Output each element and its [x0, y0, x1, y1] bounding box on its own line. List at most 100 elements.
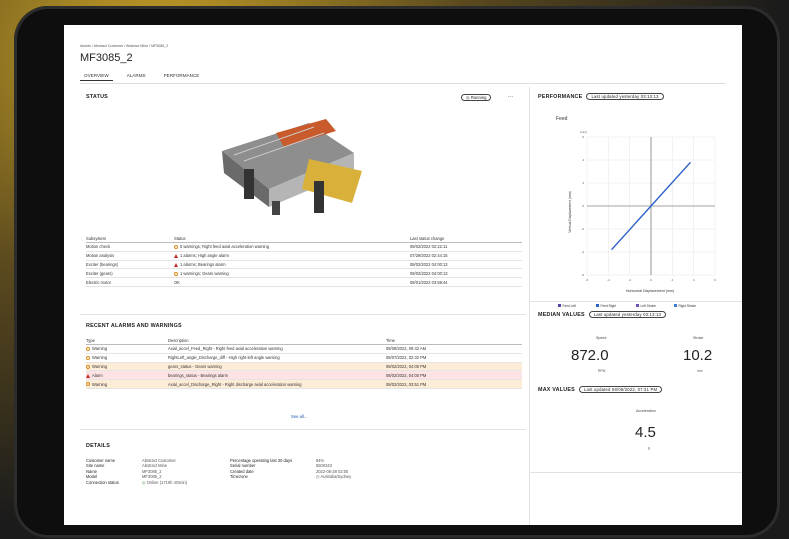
- see-all-link[interactable]: See all...: [291, 414, 307, 419]
- max-title: MAX VALUES Last updated 08/08/2022, 07:31…: [538, 386, 663, 393]
- type-text: Warning: [92, 381, 108, 387]
- alarm-icon: [86, 373, 90, 378]
- col-description: Description: [168, 337, 386, 345]
- status-text: 1 warnings; Gears warning: [180, 270, 229, 276]
- running-label: Running: [470, 95, 487, 100]
- time-cell: 08/02/2022, 03:51 PM: [386, 379, 522, 389]
- time-cell: 08/02/2022 04:00:13: [410, 260, 522, 270]
- x-tick-label: -6: [586, 278, 589, 282]
- connection-status-value: ◎ Online (1710h 4Omin): [142, 480, 187, 485]
- x-axis-label: Horizontal Displacement (mm): [626, 289, 674, 293]
- detail-value: MF3085_2: [142, 468, 162, 474]
- detail-label: Timezone: [230, 474, 248, 480]
- type-cell: Warning: [86, 353, 168, 363]
- running-badge: ◎ Running: [461, 94, 492, 101]
- status-cell: OK: [174, 277, 410, 287]
- legend-label: Feed Left: [563, 304, 577, 308]
- type-text: Alarm: [92, 372, 103, 378]
- more-options-button[interactable]: ...: [508, 93, 513, 99]
- acceleration-value: 4.5: [635, 424, 656, 441]
- y-axis-label: Vertical Displacement (mm): [568, 191, 572, 232]
- status-text: 1 alarms; Bearings alarm: [180, 261, 226, 267]
- max-title-text: MAX VALUES: [538, 387, 575, 393]
- type-cell: Alarm: [86, 370, 168, 381]
- detail-value: Abstract Customer: [142, 458, 176, 463]
- tab-alarms[interactable]: ALARMS: [123, 73, 150, 81]
- type-text: Warning: [92, 346, 108, 352]
- status-title: STATUS: [86, 94, 108, 100]
- legend-swatch: [558, 304, 561, 307]
- table-row[interactable]: Motion check 5 warnings; Right feed axia…: [86, 242, 522, 252]
- warning-icon: [174, 245, 178, 250]
- status-cell: 5 warnings; Right feed axial acceleratio…: [174, 242, 410, 252]
- subsystem-cell: Motion check: [86, 242, 174, 252]
- detail-value: MF3085_2: [142, 474, 162, 480]
- warning-icon: [86, 382, 90, 387]
- table-row[interactable]: Electric motor OK 08/01/2022 03:59:44: [86, 277, 522, 287]
- table-row[interactable]: Alarm bearings_status - Bearings alarm 0…: [86, 370, 522, 381]
- stroke-unit: mm: [697, 369, 703, 373]
- tab-overview[interactable]: OVERVIEW: [80, 73, 113, 81]
- section-divider: [80, 429, 526, 430]
- column-divider: [529, 87, 530, 525]
- status-text: OK: [174, 279, 180, 285]
- acceleration-unit: g: [648, 446, 650, 450]
- status-table-header: Subsystem Status Last status change: [86, 235, 522, 243]
- time-cell: 08/01/2022 03:59:44: [410, 277, 522, 287]
- table-row[interactable]: Motion analysis 1 alarms; High angle ala…: [86, 251, 522, 261]
- median-updated-badge: Last updated yesterday 03:13:13: [588, 311, 667, 318]
- performance-updated-badge: Last updated yesterday 03:13:13: [586, 93, 664, 100]
- description-cell: Axial_accel_Discharge_Right - Right disc…: [168, 379, 386, 389]
- speed-value: 872.0: [571, 347, 609, 364]
- description-cell: gears_status - Gears warning: [168, 362, 386, 372]
- details-right: Percentage operating last 30 days 94% Ser…: [230, 458, 351, 480]
- col-status: Status: [174, 235, 410, 243]
- status-text: 5 warnings; Right feed axial acceleratio…: [180, 244, 269, 250]
- stroke-value: 10.2: [683, 347, 713, 364]
- breadcrumb[interactable]: Assets / Abstract Customer / Abstract Mi…: [80, 44, 168, 48]
- table-row[interactable]: Warning Axial_accel_Feed_Right - Right f…: [86, 344, 522, 354]
- status-cell: 1 warnings; Gears warning: [174, 268, 410, 279]
- x-tick-label: 2: [671, 278, 673, 282]
- y-tick-label: 6: [582, 135, 584, 139]
- stroke-label: Stroke: [693, 336, 704, 340]
- time-cell: 08/02/2022 04:00:13: [410, 268, 522, 279]
- table-row[interactable]: Warning RightLeft_angle_Discharge_diff -…: [86, 353, 522, 363]
- description-cell: bearings_status - Bearings alarm: [168, 370, 386, 381]
- col-time: Time: [386, 337, 522, 345]
- acceleration-label: Acceleration: [636, 409, 656, 413]
- y-tick-label: 2: [582, 181, 584, 185]
- y-tick-label: -6: [581, 273, 584, 277]
- median-title: MEDIAN VALUES Last updated yesterday 03:1…: [538, 311, 667, 318]
- detail-value: 94%: [316, 458, 325, 463]
- x-tick-label: -4: [607, 278, 610, 282]
- y-tick-label: 0: [582, 204, 584, 208]
- detail-label: Connection status: [86, 479, 119, 485]
- table-row[interactable]: Exciter (bearings) 1 alarms; Bearings al…: [86, 260, 522, 270]
- subsystem-cell: Exciter (gears): [86, 268, 174, 279]
- legend-label: Right Stroke: [679, 304, 697, 308]
- section-divider: [530, 472, 742, 473]
- detail-value: 2022-05-28 02:05: [316, 468, 349, 474]
- table-row[interactable]: Warning gears_status - Gears warning 08/…: [86, 362, 522, 372]
- time-cell: 08/08/2022, 09:42 AM: [386, 344, 522, 354]
- type-cell: Warning: [86, 344, 168, 354]
- table-row[interactable]: Warning Axial_accel_Discharge_Right - Ri…: [86, 379, 522, 389]
- chart-legend: Feed Left Feed Right Left Stroke Right Stro…: [558, 304, 696, 308]
- details-left: Customer name Abstract Customer Site name…: [86, 458, 187, 485]
- col-type: Type: [86, 337, 168, 345]
- time-cell: 08/02/2022, 04:00 PM: [386, 370, 522, 381]
- table-row[interactable]: Exciter (gears) 1 warnings; Gears warnin…: [86, 268, 522, 279]
- tab-performance[interactable]: PERFORMANCE: [160, 73, 204, 81]
- type-text: Warning: [92, 355, 108, 361]
- y-tick-label: -2: [581, 227, 584, 231]
- description-cell: RightLeft_angle_Discharge_diff - High ri…: [168, 353, 386, 363]
- performance-title-text: PERFORMANCE: [538, 94, 583, 100]
- subsystem-cell: Exciter (bearings): [86, 260, 174, 270]
- speed-unit: RPM: [598, 369, 606, 373]
- type-text: Warning: [92, 363, 108, 369]
- timezone-value: ◷ Australia/Sydney: [316, 474, 351, 479]
- time-cell: 08/07/2022, 02:32 PM: [386, 353, 522, 363]
- section-divider: [530, 301, 742, 302]
- speed-label: Speed: [596, 336, 607, 340]
